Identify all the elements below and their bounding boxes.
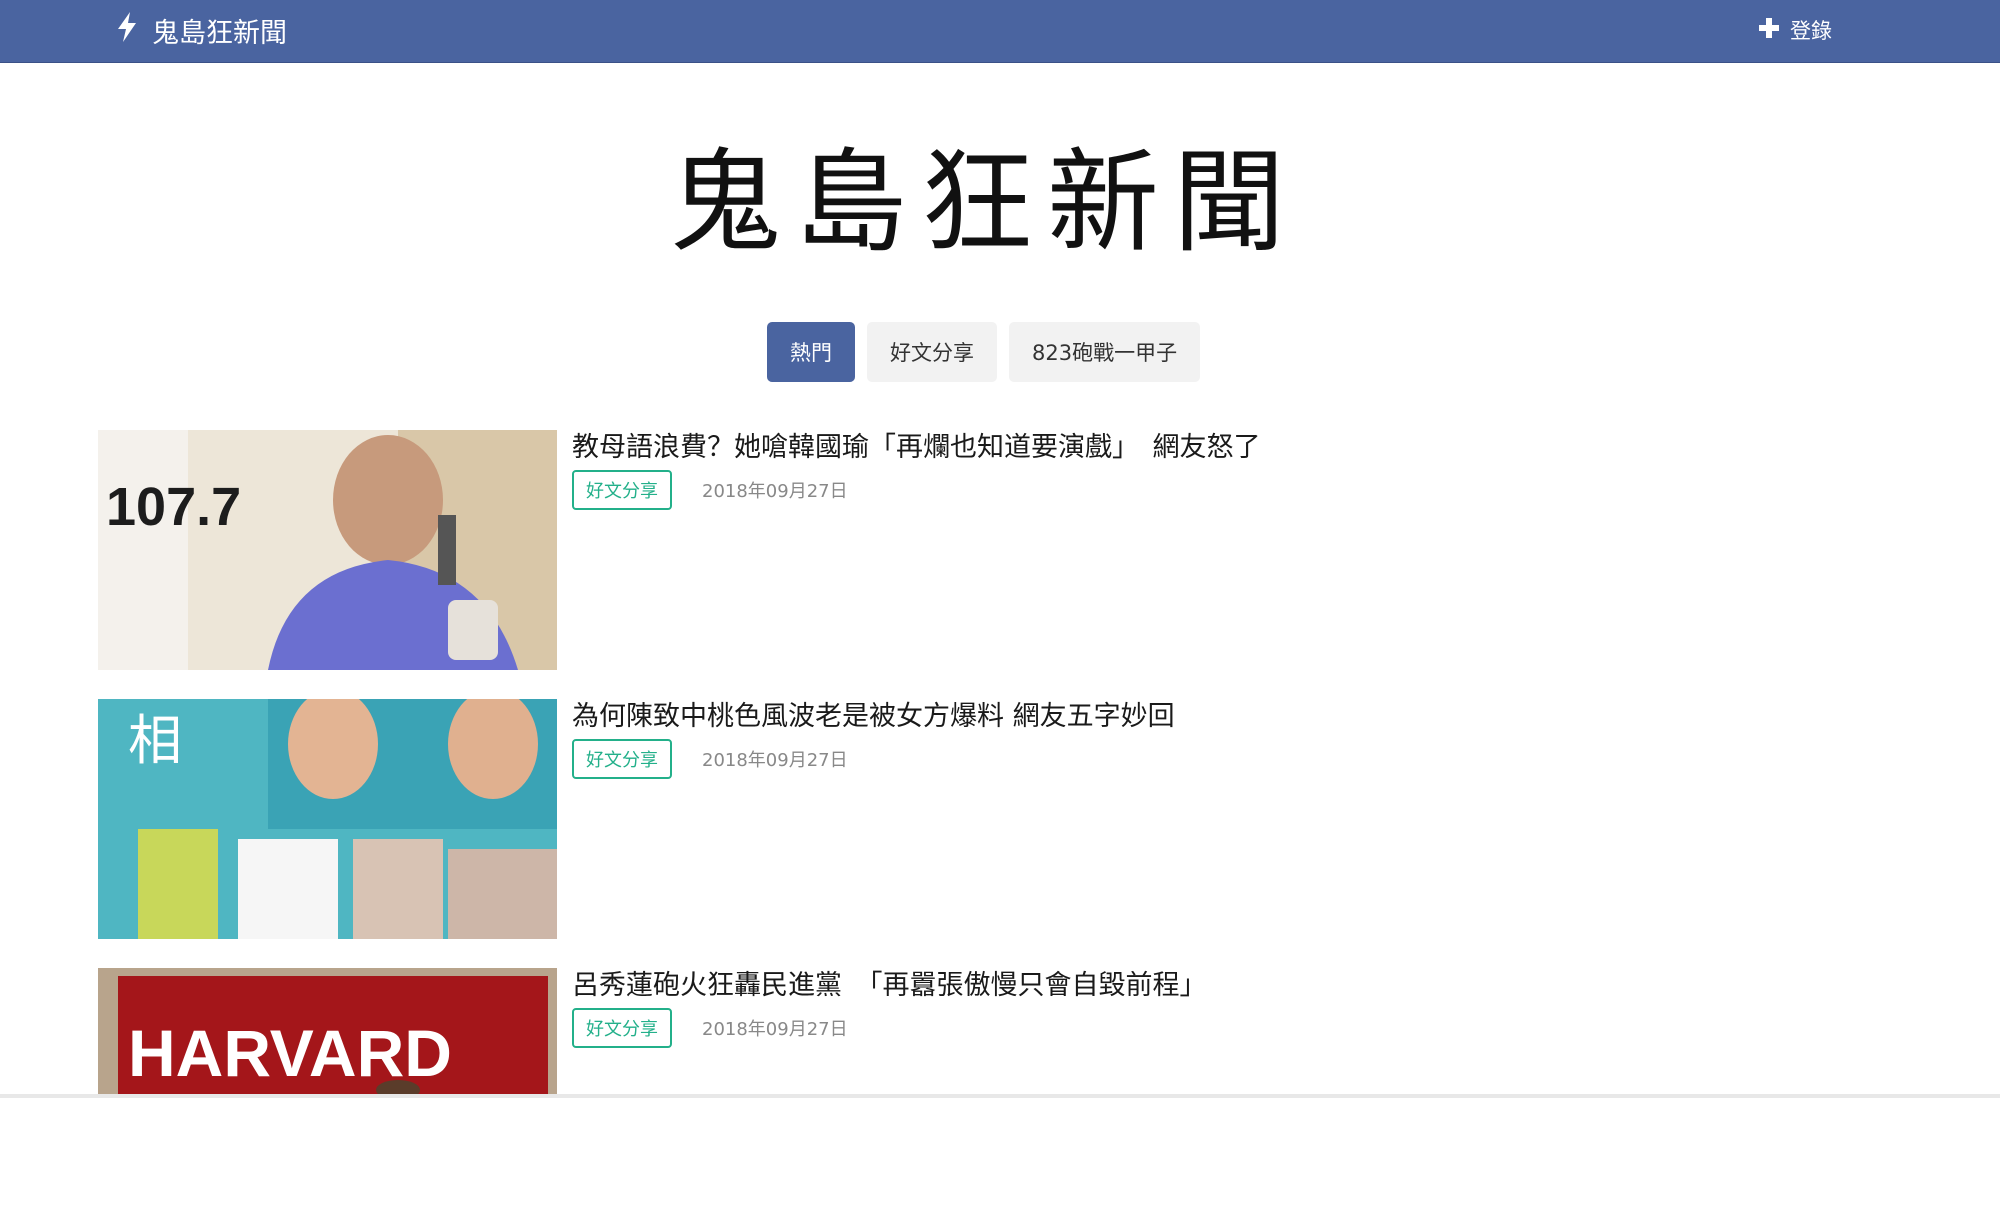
article-title[interactable]: 呂秀蓮砲火狂轟民進黨 「再囂張傲慢只會自毀前程」 [572,963,1207,1002]
bottom-divider [0,1094,2000,1098]
article-meta: 好文分享 2018年09月27日 [572,739,848,779]
brand-link[interactable]: 鬼島狂新聞 [114,10,287,50]
article-date: 2018年09月27日 [702,481,848,502]
tab-823-battle[interactable]: 823砲戰一甲子 [1009,322,1201,382]
thumb-text: 107.7 [106,477,241,537]
tab-hot[interactable]: 熱門 [767,322,855,382]
article-item: 相 為何陳致中桃色風波老是被女方爆料 網友五字妙回 好文分享 2018年09月2… [98,699,1398,939]
article-item: 107.7 教母語浪費？她嗆韓國瑜「再爛也知道要演戲」 網友怒了 好文分享 20… [98,430,1398,670]
article-date: 2018年09月27日 [702,750,848,771]
article-thumbnail[interactable]: 相 [98,699,557,939]
category-badge[interactable]: 好文分享 [572,1008,672,1048]
article-thumbnail[interactable]: 107.7 [98,430,557,670]
article-date: 2018年09月27日 [702,1019,848,1040]
tab-good-articles[interactable]: 好文分享 [867,322,997,382]
login-label: 登錄 [1790,19,1832,43]
category-tabs: 熱門 好文分享 823砲戰一甲子 [767,322,1201,382]
article-meta: 好文分享 2018年09月27日 [572,1008,848,1048]
page-title: 鬼島狂新聞 [669,138,1299,268]
thumb-text: 相 [128,709,182,772]
brand-label: 鬼島狂新聞 [152,17,287,49]
thumb-text: HARVARD [128,1016,452,1090]
article-title[interactable]: 教母語浪費？她嗆韓國瑜「再爛也知道要演戲」 網友怒了 [572,425,1261,464]
plus-icon [1758,17,1780,44]
article-thumbnail[interactable]: HARVARD [98,968,557,1094]
login-button[interactable]: 登錄 [1758,10,1832,50]
category-badge[interactable]: 好文分享 [572,470,672,510]
top-navbar: 鬼島狂新聞 登錄 [0,0,2000,63]
category-badge[interactable]: 好文分享 [572,739,672,779]
article-meta: 好文分享 2018年09月27日 [572,470,848,510]
article-title[interactable]: 為何陳致中桃色風波老是被女方爆料 網友五字妙回 [572,694,1175,733]
lightning-bolt-icon [114,11,140,49]
article-item: HARVARD 呂秀蓮砲火狂轟民進黨 「再囂張傲慢只會自毀前程」 好文分享 20… [98,968,1398,1208]
